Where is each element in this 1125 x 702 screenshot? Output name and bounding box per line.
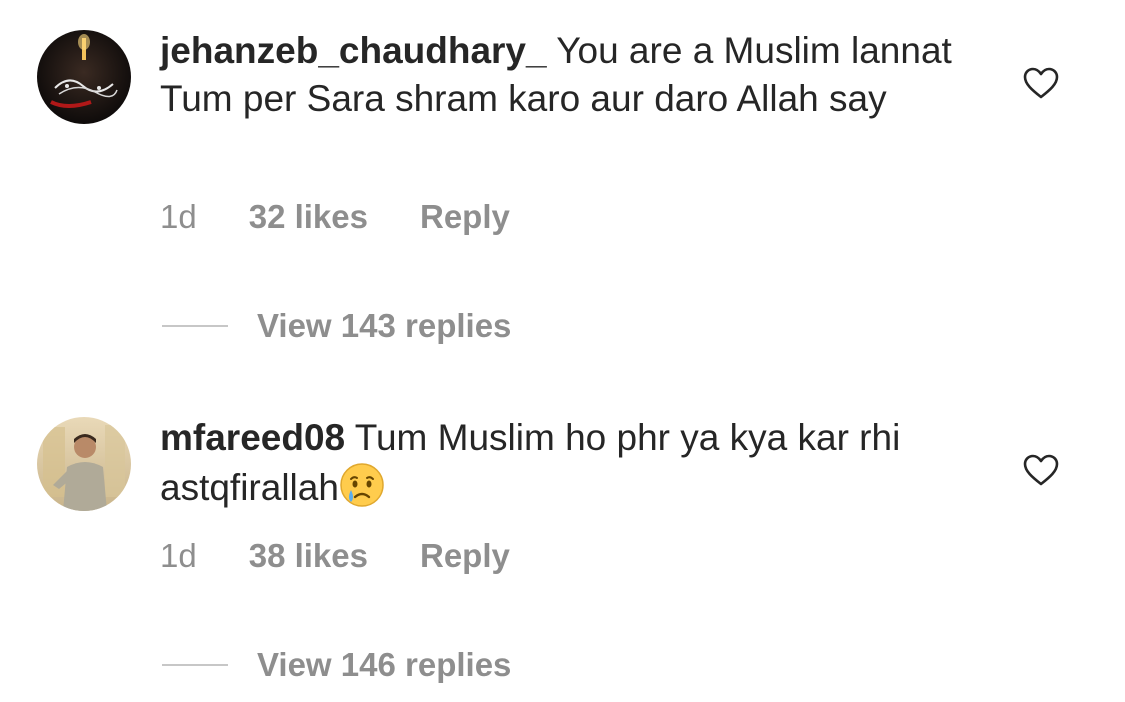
likes-count[interactable]: 32 likes: [249, 198, 368, 236]
view-replies-button[interactable]: View 146 replies: [162, 646, 511, 684]
view-replies-label: View 143 replies: [257, 307, 512, 344]
reply-button[interactable]: Reply: [420, 198, 510, 236]
comment-meta: 1d 32 likes Reply: [160, 198, 510, 236]
divider-line: [162, 664, 228, 666]
view-replies-button[interactable]: View 143 replies: [162, 307, 511, 345]
heart-icon[interactable]: [1022, 66, 1060, 100]
person-photo-avatar-icon: [37, 417, 131, 511]
comment-time: 1d: [160, 537, 197, 574]
heart-icon[interactable]: [1022, 453, 1060, 487]
comment-time: 1d: [160, 198, 197, 235]
view-replies-label: View 146 replies: [257, 646, 512, 683]
reply-button[interactable]: Reply: [420, 537, 510, 575]
comment-username[interactable]: jehanzeb_chaudhary_: [160, 30, 547, 71]
comment-username[interactable]: mfareed08: [160, 417, 345, 458]
divider-line: [162, 325, 228, 327]
comment-text: jehanzeb_chaudhary_ You are a Muslim lan…: [160, 27, 980, 123]
avatar[interactable]: [37, 417, 131, 511]
likes-count[interactable]: 38 likes: [249, 537, 368, 575]
dark-calligraphy-avatar-icon: [37, 30, 131, 124]
comment-text: mfareed08 Tum Muslim ho phr ya kya kar r…: [160, 414, 980, 512]
crying-face-icon: [340, 463, 384, 507]
comment-meta: 1d 38 likes Reply: [160, 537, 510, 575]
avatar[interactable]: [37, 30, 131, 124]
